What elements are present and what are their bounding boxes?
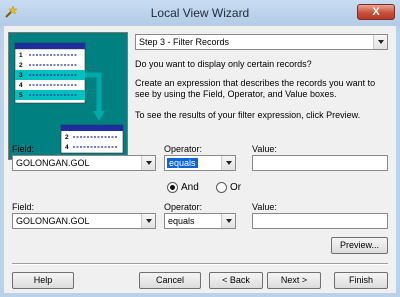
instruction-question: Do you want to display only certain reco… [135,59,312,69]
cancel-button[interactable]: Cancel [139,272,201,289]
finish-button[interactable]: Finish [334,272,388,289]
chevron-down-icon[interactable] [141,156,155,170]
right-row-number: 2 [65,134,69,141]
help-button[interactable]: Help [12,272,74,289]
left-row-number: 2 [19,62,23,69]
instruction-preview: To see the results of your filter expres… [135,110,361,120]
left-row-number: 3 [19,72,23,79]
or-label: Or [230,182,242,193]
chevron-down-icon[interactable] [221,156,235,170]
operator-select-2[interactable]: equals [164,213,236,229]
back-button[interactable]: < Back [209,272,263,289]
records-diagram: 1 2 3 4 5 2 4 [14,42,124,154]
step-selected: Step 3 - Filter Records [139,37,230,47]
close-button[interactable]: X [357,4,395,20]
next-button[interactable]: Next > [267,272,321,289]
operator-value: equals [167,158,198,168]
chevron-down-icon[interactable] [221,214,235,228]
value-label: Value: [252,202,277,212]
right-row-number: 4 [65,144,69,151]
title-bar[interactable]: Local View Wizard X [0,0,400,26]
value-field-2[interactable] [252,213,388,229]
field-value: GOLONGAN.GOL [16,216,90,226]
separator [12,263,388,265]
wizard-window: Local View Wizard X 1 2 3 4 5 2 4 Step 3… [0,0,400,297]
window-title: Local View Wizard [150,6,250,20]
field-value: GOLONGAN.GOL [16,158,90,168]
operator-select-1[interactable]: equals [164,155,236,171]
or-radio[interactable] [216,182,227,193]
instruction-description: Create an expression that describes the … [135,78,376,99]
chevron-down-icon[interactable] [373,35,387,49]
operator-label: Operator: [164,202,203,212]
filter-illustration: 1 2 3 4 5 2 4 [8,32,128,160]
field-label: Field: [12,202,35,212]
chevron-down-icon[interactable] [141,214,155,228]
field-select-2[interactable]: GOLONGAN.GOL [12,213,156,229]
operator-value: equals [168,216,195,226]
and-label: And [181,182,199,193]
operator-label: Operator: [164,144,203,154]
left-row-number: 1 [19,52,23,59]
value-field-1[interactable] [252,155,388,171]
left-row-number: 5 [19,92,23,99]
wizard-body: 1 2 3 4 5 2 4 Step 3 - Filter Records Do… [4,26,396,293]
value-label: Value: [252,144,277,154]
step-dropdown[interactable]: Step 3 - Filter Records [135,34,388,50]
preview-button[interactable]: Preview... [331,237,388,254]
field-select-1[interactable]: GOLONGAN.GOL [12,155,156,171]
field-label: Field: [12,144,35,154]
left-row-number: 4 [19,82,23,89]
and-radio[interactable] [167,182,178,193]
